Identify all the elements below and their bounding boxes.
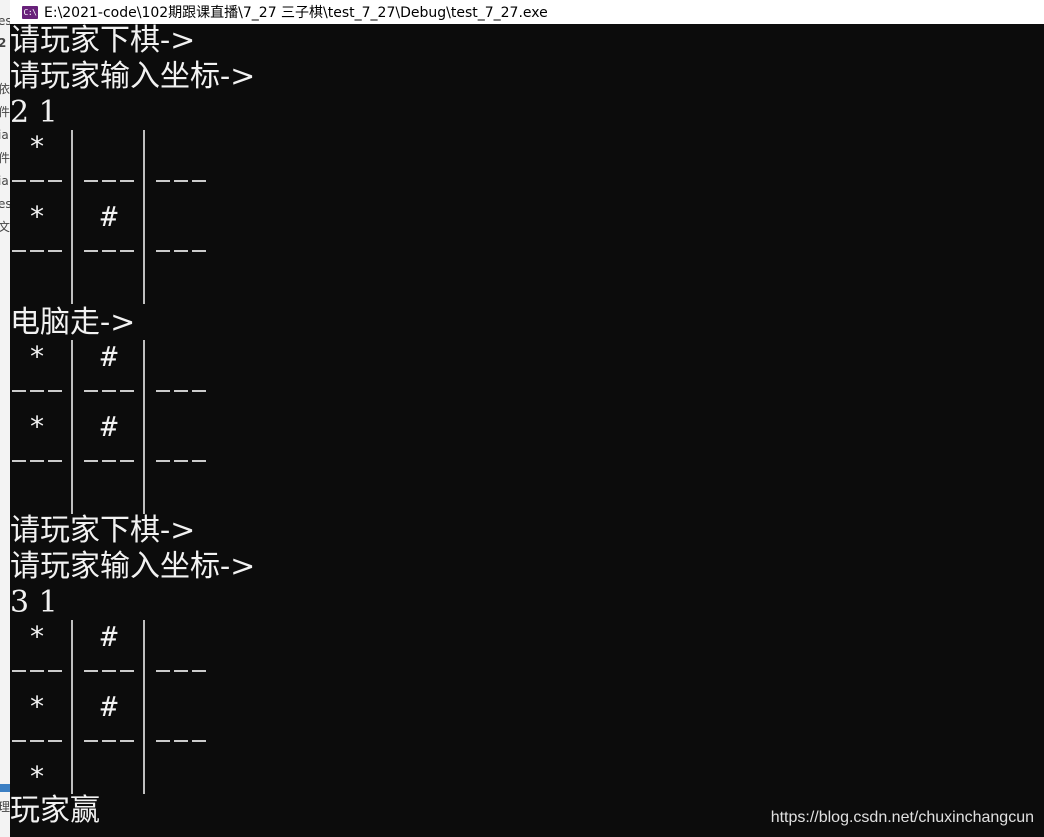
board-row-separator <box>12 180 66 182</box>
board-row-separator <box>84 670 138 672</box>
board-vertical-line <box>71 130 73 304</box>
board-row-separator <box>12 250 66 252</box>
board-row-separator <box>12 670 66 672</box>
board-cell: * <box>28 760 46 793</box>
board-row-separator <box>84 390 138 392</box>
bg-fragment: 理 <box>0 800 10 814</box>
board-cell: # <box>100 340 118 373</box>
console-line: 玩家赢 <box>10 793 100 828</box>
board-cell: * <box>28 340 46 373</box>
watermark: https://blog.csdn.net/chuxinchangcun <box>770 809 1034 826</box>
board-row-separator <box>12 390 66 392</box>
board-cell: # <box>100 200 118 233</box>
bg-fragment: 2 <box>0 36 7 50</box>
scroll-indicator <box>0 784 10 792</box>
bg-fragment: 件 <box>0 105 10 119</box>
board-row-separator <box>84 180 138 182</box>
bg-fragment: ia <box>0 174 9 188</box>
board-vertical-line <box>143 620 145 794</box>
bg-fragment: 文 <box>0 220 10 234</box>
board-vertical-line <box>143 340 145 514</box>
console-output[interactable]: 请玩家下棋-> 请玩家输入坐标-> 2 1 * * # 电脑走-> * # * # 请玩家… <box>10 24 1044 837</box>
window-titlebar[interactable]: C:\ E:\2021-code\102期跟课直播\7_27 三子棋\test_… <box>10 0 1044 24</box>
board-row-separator <box>84 740 138 742</box>
board-row-separator <box>156 460 210 462</box>
board-row-separator <box>156 250 210 252</box>
board-cell: # <box>100 690 118 723</box>
console-app-icon: C:\ <box>22 5 38 19</box>
console-line: 请玩家下棋-> <box>10 513 196 548</box>
board-row-separator <box>12 460 66 462</box>
board-cell: # <box>100 410 118 443</box>
board-row-separator <box>156 740 210 742</box>
board-row-separator <box>156 670 210 672</box>
board-cell: * <box>28 690 46 723</box>
board-cell: * <box>28 410 46 443</box>
board-vertical-line <box>143 130 145 304</box>
board-row-separator <box>84 460 138 462</box>
board-cell: * <box>28 130 46 163</box>
bg-fragment: 依 <box>0 82 10 96</box>
console-line: 请玩家输入坐标-> <box>10 549 256 584</box>
board-cell: * <box>28 200 46 233</box>
console-line: 2 1 <box>10 95 58 130</box>
board-cell: * <box>28 620 46 653</box>
board-row-separator <box>12 740 66 742</box>
board-row-separator <box>84 250 138 252</box>
board-cell: # <box>100 620 118 653</box>
board-row-separator <box>156 180 210 182</box>
console-line: 请玩家下棋-> <box>10 24 196 58</box>
board-row-separator <box>156 390 210 392</box>
board-vertical-line <box>71 620 73 794</box>
bg-fragment: 件 <box>0 151 10 165</box>
console-line: 电脑走-> <box>10 305 136 340</box>
bg-fragment: es <box>0 14 10 28</box>
console-line: 3 1 <box>10 585 58 620</box>
console-line: 请玩家输入坐标-> <box>10 59 256 94</box>
background-window-strip: es 2 依 件 ia 件 ia es 文 理 <box>0 0 10 837</box>
bg-fragment: ia <box>0 128 9 142</box>
bg-fragment: es <box>0 197 10 211</box>
window-title: E:\2021-code\102期跟课直播\7_27 三子棋\test_7_27… <box>44 5 548 21</box>
board-vertical-line <box>71 340 73 514</box>
